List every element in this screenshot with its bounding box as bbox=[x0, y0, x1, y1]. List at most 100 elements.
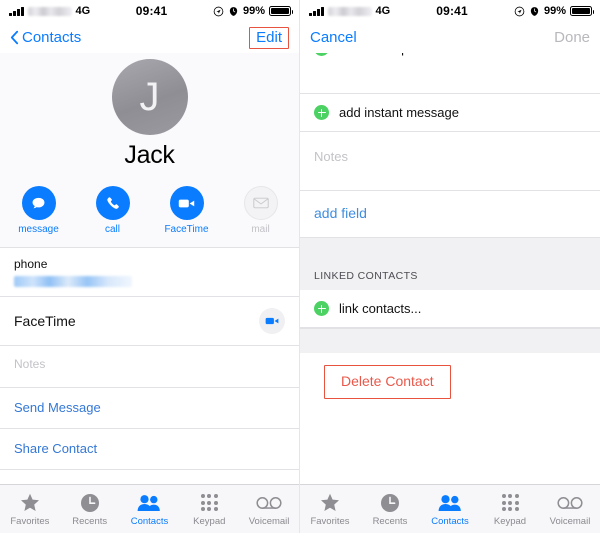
location-arrow-icon bbox=[514, 6, 525, 16]
location-arrow-icon bbox=[213, 6, 224, 16]
battery-percent-label: 99% bbox=[543, 5, 566, 17]
delete-contact-button[interactable]: Delete Contact bbox=[324, 365, 451, 399]
message-action-label: message bbox=[18, 224, 59, 235]
add-field-label: add field bbox=[314, 205, 367, 221]
tab-recents[interactable]: Recents bbox=[60, 492, 120, 527]
left-phone-screen: 4G 09:41 99% Contacts Edit J Jack messag… bbox=[0, 0, 300, 533]
status-bar-clock: 09:41 bbox=[436, 4, 468, 18]
mail-action-label: mail bbox=[251, 224, 270, 235]
cancel-button[interactable]: Cancel bbox=[310, 29, 357, 46]
right-nav-bar: Cancel Done bbox=[300, 22, 600, 53]
tab-contacts[interactable]: Contacts bbox=[120, 492, 180, 527]
link-contacts-row[interactable]: link contacts... bbox=[300, 290, 600, 328]
envelope-icon bbox=[252, 197, 269, 209]
phone-field-row[interactable]: phone bbox=[0, 247, 299, 297]
send-message-label: Send Message bbox=[14, 400, 101, 415]
contacts-people-icon bbox=[120, 492, 180, 514]
left-nav-bar: Contacts Edit bbox=[0, 22, 299, 53]
status-bar-right: 99% bbox=[514, 5, 594, 17]
voicemail-icon bbox=[239, 492, 299, 514]
tab-contacts-label: Contacts bbox=[431, 515, 469, 527]
tab-keypad-label: Keypad bbox=[193, 515, 226, 527]
quick-actions: message call FaceTime mail bbox=[0, 186, 299, 235]
status-bar-right: 99% bbox=[213, 5, 293, 17]
back-to-contacts-button[interactable]: Contacts bbox=[10, 29, 81, 46]
share-contact-row[interactable]: Share Contact bbox=[0, 429, 299, 470]
left-tab-bar: Favorites Recents Contacts Keypad Voicem… bbox=[0, 484, 299, 533]
notes-placeholder: Notes bbox=[14, 357, 46, 371]
add-to-favorites-row[interactable]: Add to Favorites bbox=[0, 470, 299, 485]
section-gap-bottom bbox=[300, 328, 600, 353]
left-scroll-content: J Jack message call FaceTime mail phone … bbox=[0, 53, 299, 485]
clock-icon bbox=[360, 492, 420, 514]
notes-placeholder: Notes bbox=[314, 149, 348, 164]
back-label: Contacts bbox=[22, 29, 82, 46]
right-tab-bar: Favorites Recents Contacts Keypad Voicem… bbox=[300, 484, 600, 533]
tab-recents[interactable]: Recents bbox=[360, 492, 420, 527]
alarm-clock-icon bbox=[229, 6, 238, 16]
tab-keypad-label: Keypad bbox=[493, 515, 527, 527]
done-button[interactable]: Done bbox=[554, 29, 590, 46]
call-action-circle bbox=[95, 186, 130, 220]
add-plus-icon bbox=[314, 301, 329, 316]
contact-header: J Jack message call FaceTime mail bbox=[0, 53, 299, 247]
tab-keypad[interactable]: Keypad bbox=[179, 492, 239, 527]
add-plus-icon bbox=[314, 53, 329, 56]
status-bar: 4G 09:41 99% bbox=[300, 0, 600, 22]
edit-button[interactable]: Edit bbox=[249, 26, 289, 49]
facetime-action-label: FaceTime bbox=[164, 224, 209, 235]
phone-handset-icon bbox=[106, 197, 119, 209]
add-instant-message-row[interactable]: add instant message bbox=[300, 94, 600, 132]
tab-favorites[interactable]: Favorites bbox=[300, 492, 360, 527]
status-bar-clock: 09:41 bbox=[135, 4, 168, 18]
tab-favorites[interactable]: Favorites bbox=[0, 492, 60, 527]
star-icon bbox=[0, 492, 60, 514]
status-bar: 4G 09:41 99% bbox=[0, 0, 299, 22]
voicemail-icon bbox=[540, 492, 600, 514]
tab-keypad[interactable]: Keypad bbox=[480, 492, 540, 527]
facetime-action-button[interactable]: FaceTime bbox=[164, 186, 210, 235]
add-social-profile-label: add social profile bbox=[339, 53, 437, 56]
facetime-action-circle bbox=[169, 186, 204, 220]
network-type-label: 4G bbox=[375, 5, 391, 17]
contact-name: Jack bbox=[124, 141, 175, 169]
star-icon bbox=[300, 492, 360, 514]
right-phone-screen: 4G 09:41 99% Cancel Done add instant mes… bbox=[300, 0, 600, 533]
contact-fields: phone FaceTime Notes Send Message Share … bbox=[0, 247, 299, 485]
facetime-field-row[interactable]: FaceTime bbox=[0, 297, 299, 346]
facetime-field-label: FaceTime bbox=[14, 313, 76, 329]
tab-recents-label: Recents bbox=[372, 515, 408, 527]
field-gap-row bbox=[300, 67, 600, 94]
tab-recents-label: Recents bbox=[72, 515, 108, 527]
share-contact-label: Share Contact bbox=[14, 441, 98, 456]
dual-screen-comparison: 4G 09:41 99% Contacts Edit J Jack messag… bbox=[0, 0, 600, 533]
tab-voicemail[interactable]: Voicemail bbox=[239, 492, 299, 527]
signal-bars-icon bbox=[309, 6, 324, 16]
network-type-label: 4G bbox=[75, 5, 91, 17]
phone-number-redacted bbox=[14, 276, 132, 287]
carrier-name-redacted bbox=[27, 6, 72, 16]
tab-voicemail[interactable]: Voicemail bbox=[540, 492, 600, 527]
notes-edit-row[interactable]: Notes bbox=[300, 132, 600, 191]
tab-contacts[interactable]: Contacts bbox=[420, 492, 480, 527]
call-action-button[interactable]: call bbox=[90, 186, 136, 235]
keypad-dots-icon bbox=[480, 492, 540, 514]
right-scroll-content: add social profile add instant message N… bbox=[300, 53, 600, 485]
battery-icon bbox=[570, 6, 594, 16]
video-camera-icon bbox=[265, 317, 279, 325]
carrier-name-redacted bbox=[327, 6, 372, 16]
message-action-button[interactable]: message bbox=[16, 186, 62, 235]
linked-contacts-header-label: LINKED CONTACTS bbox=[314, 270, 418, 282]
add-social-profile-row[interactable]: add social profile bbox=[300, 53, 600, 67]
battery-icon bbox=[269, 6, 293, 16]
delete-contact-section: Delete Contact bbox=[300, 353, 600, 409]
call-action-label: call bbox=[104, 224, 120, 235]
notes-field-row[interactable]: Notes bbox=[0, 346, 299, 388]
send-message-row[interactable]: Send Message bbox=[0, 388, 299, 429]
section-gap-top bbox=[300, 238, 600, 262]
add-field-row[interactable]: add field bbox=[300, 191, 600, 238]
facetime-video-button[interactable] bbox=[259, 308, 285, 334]
link-contacts-label: link contacts... bbox=[339, 301, 422, 316]
keypad-dots-icon bbox=[179, 492, 239, 514]
signal-bars-icon bbox=[9, 6, 24, 16]
